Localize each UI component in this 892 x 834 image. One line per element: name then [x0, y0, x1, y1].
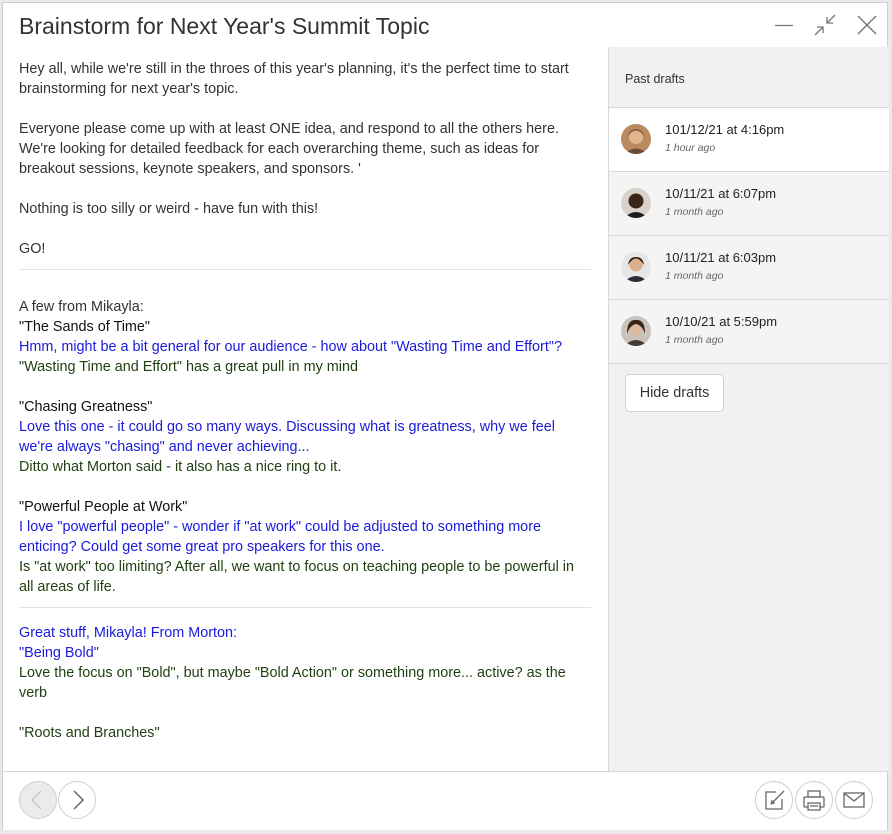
- title-bar: Brainstorm for Next Year's Summit Topic: [3, 3, 887, 47]
- reply-text: Love this one - it could go so many ways…: [19, 419, 555, 455]
- draft-date: 101/12/21 at 4:16pm: [665, 122, 785, 137]
- avatar: [621, 124, 651, 154]
- intro-paragraph: Everyone please come up with at least ON…: [19, 121, 559, 177]
- intro-paragraph: GO!: [19, 241, 46, 257]
- idea-title: "Powerful People at Work": [19, 499, 188, 515]
- panel-title: Past drafts: [609, 47, 889, 108]
- past-drafts-panel: Past drafts 101/12/21 at 4:16pm 1 hour a…: [608, 47, 889, 771]
- chevron-left-icon[interactable]: [19, 781, 57, 819]
- minimize-icon[interactable]: [772, 13, 796, 37]
- reply-text: Hmm, might be a bit general for our audi…: [19, 339, 562, 355]
- chevron-right-icon[interactable]: [58, 781, 96, 819]
- message-body: Hey all, while we're still in the throes…: [3, 47, 609, 771]
- draft-item[interactable]: 10/11/21 at 6:03pm 1 month ago: [609, 236, 889, 300]
- draft-date: 10/11/21 at 6:03pm: [665, 250, 777, 265]
- footer-toolbar: [3, 771, 887, 830]
- close-icon[interactable]: [855, 13, 879, 37]
- avatar: [621, 188, 651, 218]
- draft-age: 1 hour ago: [665, 142, 716, 154]
- intro-paragraph: Hey all, while we're still in the throes…: [19, 61, 569, 97]
- idea-title: "Being Bold": [19, 645, 99, 661]
- section-heading: A few from Mikayla:: [19, 299, 144, 315]
- draft-age: 1 month ago: [665, 270, 724, 282]
- collapse-icon[interactable]: [813, 13, 837, 37]
- idea-title: "Chasing Greatness": [19, 399, 153, 415]
- intro-paragraph: Nothing is too silly or weird - have fun…: [19, 201, 319, 217]
- edit-icon[interactable]: [755, 781, 793, 819]
- reply-text: Is "at work" too limiting? After all, we…: [19, 559, 574, 595]
- draft-date: 10/10/21 at 5:59pm: [665, 314, 778, 329]
- section-heading: Great stuff, Mikayla! From Morton:: [19, 625, 238, 641]
- mail-icon[interactable]: [835, 781, 873, 819]
- page-title: Brainstorm for Next Year's Summit Topic: [19, 13, 430, 39]
- idea-title: "Roots and Branches": [19, 725, 160, 741]
- draft-item[interactable]: 10/10/21 at 5:59pm 1 month ago: [609, 300, 889, 364]
- draft-age: 1 month ago: [665, 334, 724, 346]
- avatar: [621, 316, 651, 346]
- draft-age: 1 month ago: [665, 206, 724, 218]
- avatar: [621, 252, 651, 282]
- divider: [19, 607, 591, 608]
- draft-item[interactable]: 10/11/21 at 6:07pm 1 month ago: [609, 172, 889, 236]
- print-icon[interactable]: [795, 781, 833, 819]
- hide-drafts-button[interactable]: Hide drafts: [625, 374, 724, 412]
- idea-title: "The Sands of Time": [19, 319, 150, 335]
- reply-text: I love "powerful people" - wonder if "at…: [19, 519, 541, 555]
- reply-text: "Wasting Time and Effort" has a great pu…: [19, 359, 358, 375]
- draft-date: 10/11/21 at 6:07pm: [665, 186, 777, 201]
- modal-window: Brainstorm for Next Year's Summit Topic …: [2, 2, 889, 830]
- reply-text: Ditto what Morton said - it also has a n…: [19, 459, 342, 475]
- reply-text: Love the focus on "Bold", but maybe "Bol…: [19, 665, 566, 701]
- draft-item[interactable]: 101/12/21 at 4:16pm 1 hour ago: [609, 108, 889, 172]
- divider: [19, 269, 591, 270]
